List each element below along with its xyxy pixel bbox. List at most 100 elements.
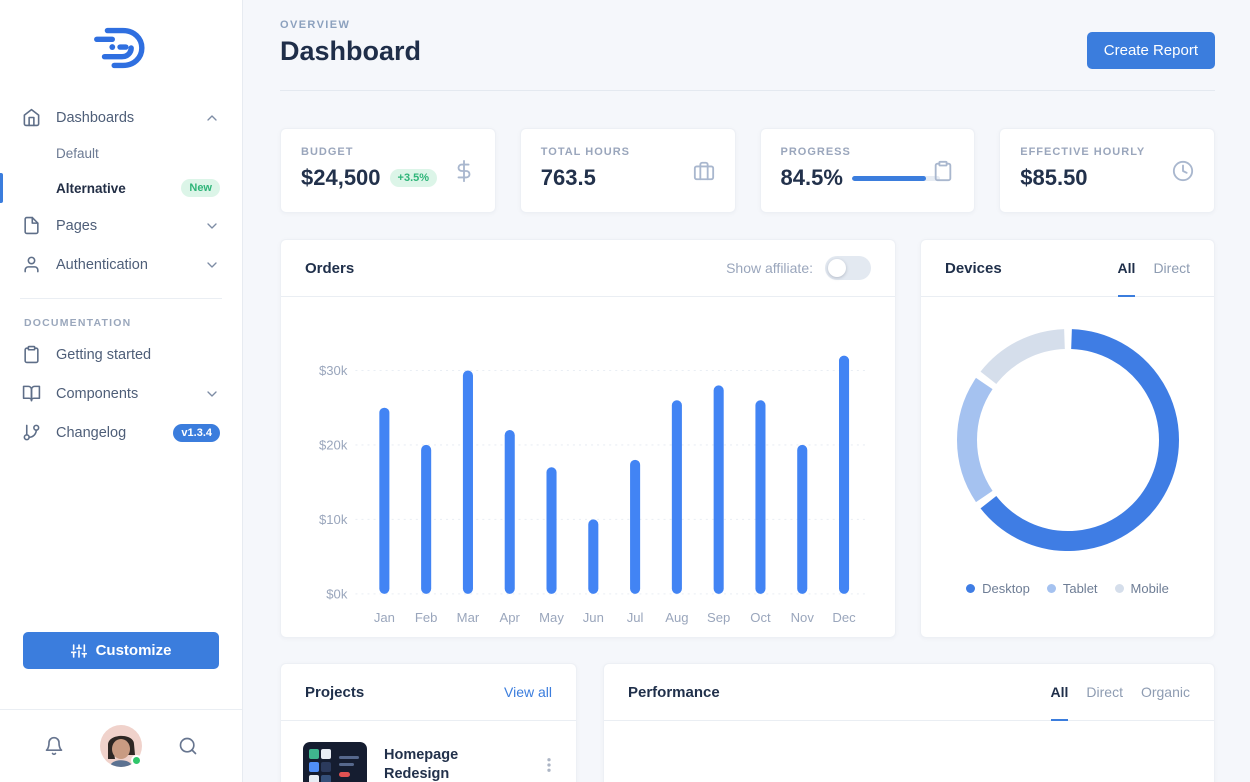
toggle-knob bbox=[828, 259, 846, 277]
svg-text:Aug: Aug bbox=[665, 610, 688, 625]
sidebar-item-alternative[interactable]: Alternative New bbox=[0, 170, 242, 206]
svg-text:Nov: Nov bbox=[791, 610, 815, 625]
projects-card: Projects View all Homepage Redesign bbox=[280, 663, 577, 782]
sidebar: Dashboards Default Alternative New Pages… bbox=[0, 0, 243, 782]
page-header: OVERVIEW Dashboard Create Report bbox=[280, 0, 1215, 91]
sidebar-item-pages[interactable]: Pages bbox=[0, 206, 242, 245]
tab-organic[interactable]: Organic bbox=[1141, 664, 1190, 721]
svg-text:Apr: Apr bbox=[500, 610, 521, 625]
page-eyebrow: OVERVIEW bbox=[280, 19, 351, 31]
svg-text:Dec: Dec bbox=[832, 610, 856, 625]
clipboard-icon bbox=[935, 160, 952, 181]
performance-tabs: All Direct Organic bbox=[1050, 664, 1190, 721]
sidebar-item-label: Authentication bbox=[56, 256, 148, 273]
mobile-dot-icon bbox=[1114, 584, 1124, 593]
clock-icon bbox=[1172, 160, 1194, 181]
sidebar-nav: Dashboards Default Alternative New Pages… bbox=[0, 98, 242, 452]
version-badge: v1.3.4 bbox=[173, 423, 220, 442]
desktop-dot-icon bbox=[966, 584, 976, 593]
performance-card-title: Performance bbox=[628, 683, 720, 701]
legend-item-desktop: Desktop bbox=[966, 581, 1030, 596]
svg-text:Mar: Mar bbox=[457, 610, 480, 625]
sidebar-item-label: Getting started bbox=[56, 346, 152, 363]
project-title: Homepage Redesign bbox=[384, 747, 459, 782]
bottom-row: Projects View all Homepage Redesign Perf… bbox=[280, 663, 1215, 782]
svg-text:Sep: Sep bbox=[707, 610, 730, 625]
sidebar-item-default[interactable]: Default bbox=[0, 137, 242, 170]
tab-direct[interactable]: Direct bbox=[1086, 664, 1123, 721]
clipboard-icon bbox=[24, 345, 39, 364]
dollar-sign-icon bbox=[457, 159, 471, 182]
project-list-item[interactable]: Homepage Redesign bbox=[281, 721, 576, 782]
stat-value: 84.5% bbox=[780, 165, 843, 190]
stat-label: EFFECTIVE HOURLY bbox=[1020, 146, 1146, 158]
home-icon bbox=[23, 108, 40, 127]
devices-tabs: All Direct bbox=[1117, 240, 1190, 297]
sidebar-item-label: Changelog bbox=[56, 424, 127, 441]
customize-button[interactable]: Customize bbox=[23, 632, 219, 669]
sidebar-item-dashboards[interactable]: Dashboards bbox=[0, 98, 242, 137]
customize-label: Customize bbox=[95, 642, 172, 659]
show-affiliate-toggle[interactable] bbox=[825, 256, 871, 280]
svg-text:Jan: Jan bbox=[374, 610, 395, 625]
sidebar-item-authentication[interactable]: Authentication bbox=[0, 245, 242, 284]
orders-card: Orders Show affiliate: $0k $10k $20k $30k Ja… bbox=[280, 239, 896, 638]
devices-legend: Desktop Tablet Mobile bbox=[966, 581, 1169, 596]
budget-card: BUDGET $24,500 +3.5% bbox=[280, 128, 496, 213]
legend-item-mobile: Mobile bbox=[1114, 581, 1169, 596]
briefcase-icon bbox=[693, 161, 714, 180]
performance-chart-area: $40k bbox=[604, 721, 1214, 782]
stat-value: 763.5 bbox=[540, 165, 596, 190]
show-affiliate-label: Show affiliate: bbox=[726, 260, 813, 276]
main-content: OVERVIEW Dashboard Create Report BUDGET … bbox=[243, 0, 1250, 782]
sidebar-item-changelog[interactable]: Changelog v1.3.4 bbox=[0, 413, 242, 452]
sidebar-item-components[interactable]: Components bbox=[0, 374, 242, 413]
bell-icon[interactable] bbox=[44, 736, 64, 756]
stats-row: BUDGET $24,500 +3.5% TOTAL HOURS 763.5 P… bbox=[280, 128, 1215, 213]
git-branch-icon bbox=[23, 424, 40, 441]
app-logo[interactable] bbox=[0, 0, 242, 92]
brand-d-icon bbox=[94, 27, 145, 69]
search-icon[interactable] bbox=[178, 736, 198, 756]
tab-all[interactable]: All bbox=[1050, 664, 1069, 721]
orders-card-title: Orders bbox=[305, 259, 355, 277]
charts-row: Orders Show affiliate: $0k $10k $20k $30k Ja… bbox=[280, 239, 1215, 638]
devices-card: Devices All Direct Desktop Tablet Mobile bbox=[920, 239, 1215, 638]
sidebar-item-label: Dashboards bbox=[56, 109, 135, 126]
online-status-dot bbox=[131, 755, 142, 766]
chevron-up-icon bbox=[207, 114, 217, 121]
chevron-down-icon bbox=[207, 390, 217, 397]
new-badge: New bbox=[181, 179, 220, 197]
tab-all[interactable]: All bbox=[1117, 240, 1136, 297]
svg-text:May: May bbox=[539, 610, 564, 625]
svg-text:Feb: Feb bbox=[415, 610, 438, 625]
page-title: Dashboard bbox=[280, 36, 422, 66]
view-all-link[interactable]: View all bbox=[504, 684, 552, 700]
projects-card-title: Projects bbox=[305, 683, 365, 701]
stat-label: PROGRESS bbox=[780, 146, 851, 158]
legend-item-tablet: Tablet bbox=[1046, 581, 1098, 596]
svg-text:$30k: $30k bbox=[319, 363, 348, 378]
tab-direct[interactable]: Direct bbox=[1153, 240, 1190, 297]
user-avatar[interactable] bbox=[100, 725, 142, 767]
chevron-down-icon bbox=[207, 261, 217, 268]
svg-text:Jul: Jul bbox=[627, 610, 644, 625]
progress-bar bbox=[851, 175, 940, 181]
more-vertical-icon[interactable] bbox=[540, 756, 558, 774]
chevron-down-icon bbox=[207, 222, 217, 229]
book-open-icon bbox=[22, 385, 41, 402]
project-thumbnail bbox=[303, 742, 367, 782]
progress-card: PROGRESS 84.5% bbox=[759, 128, 976, 213]
tablet-dot-icon bbox=[1046, 584, 1056, 593]
svg-text:$0k: $0k bbox=[326, 586, 348, 601]
file-icon bbox=[24, 216, 39, 235]
sidebar-item-getting-started[interactable]: Getting started bbox=[0, 335, 242, 374]
create-report-button[interactable]: Create Report bbox=[1086, 32, 1215, 69]
delta-badge: +3.5% bbox=[389, 169, 438, 187]
sliders-icon bbox=[70, 643, 87, 658]
sidebar-section-label: DOCUMENTATION bbox=[24, 317, 132, 329]
svg-text:$20k: $20k bbox=[319, 437, 348, 452]
svg-text:Oct: Oct bbox=[750, 610, 771, 625]
stat-label: TOTAL HOURS bbox=[540, 146, 630, 158]
stat-value: $85.50 bbox=[1020, 165, 1088, 190]
